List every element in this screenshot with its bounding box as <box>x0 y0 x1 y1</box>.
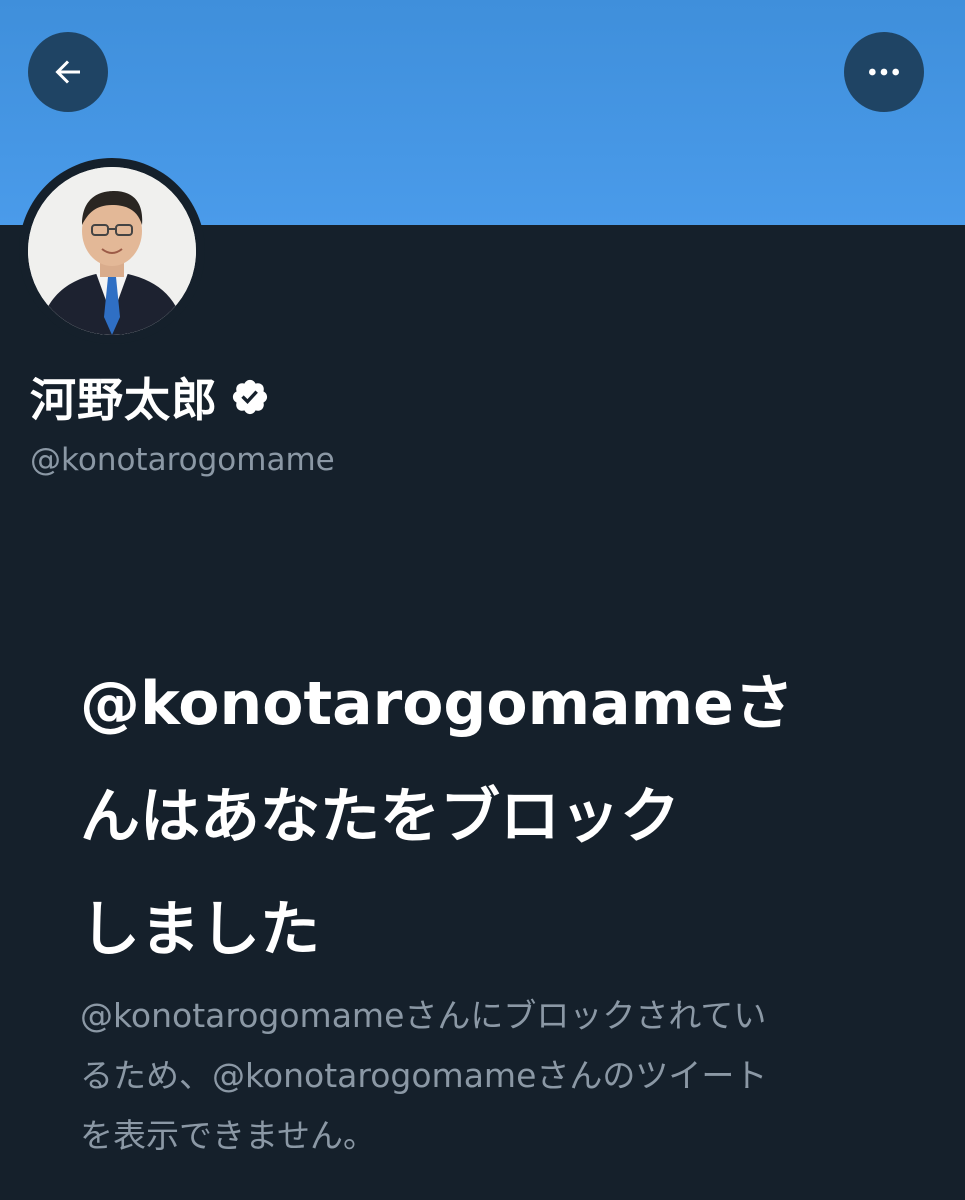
blocked-title-line: しました <box>80 895 320 965</box>
blocked-desc-line: @konotarogomameさんにブロックされてい <box>80 996 767 1035</box>
arrow-left-icon <box>55 60 80 84</box>
more-horizontal-icon <box>869 68 899 76</box>
display-name: 河野太郎 <box>30 373 218 427</box>
avatar-photo <box>28 167 196 335</box>
blocked-desc-line: るため、@konotarogomameさんのツイート <box>80 1056 768 1095</box>
blocked-title-line: @konotarogomameさ <box>80 669 794 739</box>
blocked-desc-line: を表示できません。 <box>80 1116 377 1155</box>
blocked-notice-title: @konotarogomameさ んはあなたをブロック しました <box>80 648 920 987</box>
avatar[interactable] <box>28 167 196 335</box>
profile-name-row: 河野太郎 <box>30 364 270 430</box>
profile-handle: @konotarogomame <box>30 442 335 478</box>
blocked-title-line: んはあなたをブロック <box>80 782 680 852</box>
more-options-button[interactable] <box>844 32 924 112</box>
back-button[interactable] <box>28 32 108 112</box>
blocked-notice-description: @konotarogomameさんにブロックされてい るため、@konotaro… <box>80 986 880 1166</box>
verified-badge-icon <box>232 379 268 415</box>
avatar-frame[interactable] <box>19 158 205 344</box>
